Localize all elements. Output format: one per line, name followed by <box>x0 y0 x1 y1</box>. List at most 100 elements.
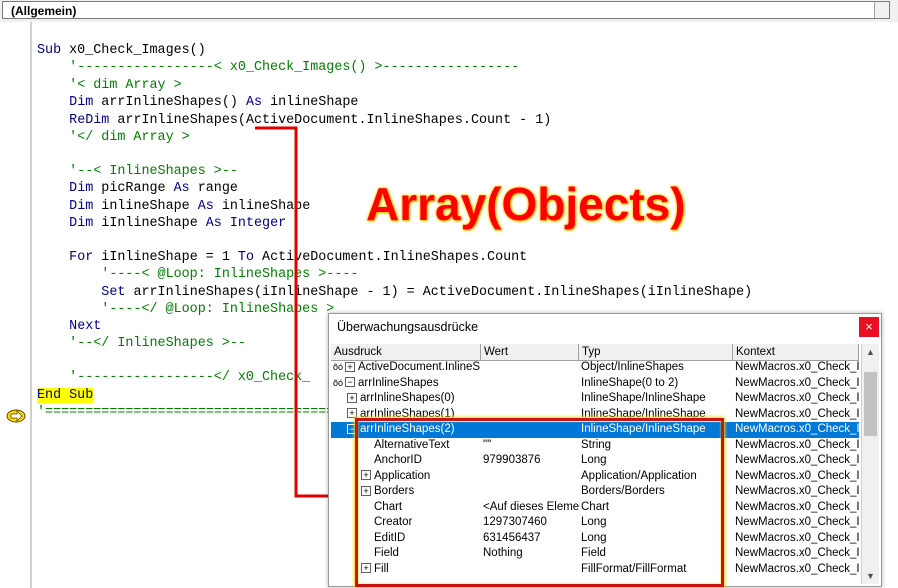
watch-row-type: Borders/Borders <box>581 485 665 497</box>
watch-row-context: NewMacros.x0_Check_Im <box>735 562 859 575</box>
code-line-comment[interactable]: '< dim Array > <box>37 77 182 95</box>
expand-icon[interactable]: + <box>347 408 357 419</box>
watch-row[interactable]: õó + ActiveDocument.InlineS Object/InlineSh… <box>331 360 859 376</box>
scrollbar-thumb[interactable] <box>864 372 877 436</box>
watch-row-type: InlineShape/InlineShape <box>581 423 706 435</box>
watch-row-value: <Auf dieses Elemen <box>483 500 579 513</box>
watch-row[interactable]: AnchorID 979903876 Long NewMacros.x0_Check_… <box>331 453 859 469</box>
watch-row-context: NewMacros.x0_Check_Im <box>735 485 859 497</box>
scroll-up-icon[interactable]: ▲ <box>862 344 879 360</box>
watch-row-expression: õó + ActiveDocument.InlineS <box>331 360 483 375</box>
watch-row[interactable]: + Fill FillFormat/FillFormat NewMacros.x0_C… <box>331 562 859 578</box>
watch-row-type: Long <box>581 454 607 466</box>
watch-row-type: InlineShape/InlineShape <box>581 407 706 420</box>
watch-row-name: Fill <box>374 562 389 575</box>
watch-row-type: Long <box>581 531 607 544</box>
collapse-icon[interactable]: − <box>347 423 357 434</box>
scroll-down-icon[interactable]: ▼ <box>862 568 879 584</box>
object-combobox-value: (Allgemein) <box>11 4 77 18</box>
watch-row-context: NewMacros.x0_Check_Im <box>735 392 859 404</box>
watch-row-value <box>481 407 579 422</box>
watch-row-context: NewMacros.x0_Check_Im <box>735 438 859 451</box>
watch-row-name: Creator <box>374 516 413 528</box>
watch-row-context: NewMacros.x0_Check_Im <box>735 423 859 435</box>
watch-row[interactable]: õó − arrInlineShapes InlineShape(0 to 2) New… <box>331 376 859 392</box>
code-line-comment[interactable]: '-----------------< x0_Check_Images() >-… <box>37 59 519 77</box>
watch-row-value <box>481 484 579 499</box>
watch-row[interactable]: Creator 1297307460 Long NewMacros.x0_Check_… <box>331 515 859 531</box>
watch-row[interactable]: EditID 631456437 Long NewMacros.x0_Check_Im <box>331 531 859 547</box>
watch-row-context: NewMacros.x0_Check_Im <box>735 376 859 389</box>
collapse-icon[interactable]: − <box>345 377 356 388</box>
watch-row-context: NewMacros.x0_Check_Im <box>735 500 859 513</box>
code-line-set[interactable]: Set arrInlineShapes(iInlineShape - 1) = … <box>37 284 752 302</box>
watch-row[interactable]: + Application Application/Application NewMa… <box>331 469 859 485</box>
code-line-dim-iinlineshape[interactable]: Dim iInlineShape As Integer <box>37 215 286 233</box>
code-line-dim-array[interactable]: Dim arrInlineShapes() As inlineShape <box>37 94 358 112</box>
code-line-comment[interactable]: '</ dim Array > <box>37 129 190 147</box>
code-line-comment[interactable]: '--< InlineShapes >-- <box>37 163 238 181</box>
watch-window-titlebar[interactable]: Überwachungsausdrücke × <box>329 314 881 340</box>
watch-row[interactable]: AlternativeText "" String NewMacros.x0_Chec… <box>331 438 859 454</box>
watch-row-type: Object/InlineShapes <box>581 361 684 373</box>
column-header-value[interactable]: Wert <box>481 344 579 360</box>
watch-row-name: arrInlineShapes <box>358 376 439 389</box>
expand-icon[interactable]: + <box>361 485 371 496</box>
expand-icon[interactable]: + <box>361 563 371 574</box>
watch-row-type: Application/Application <box>581 469 697 482</box>
column-header-type[interactable]: Typ <box>579 344 733 360</box>
watch-row-name: Application <box>374 469 431 482</box>
expand-icon[interactable]: + <box>361 470 371 481</box>
annotation-label: Array(Objects) <box>366 178 686 230</box>
watch-column-header: Ausdruck Wert Typ Kontext <box>331 344 859 361</box>
code-line-for[interactable]: For iInlineShape = 1 To ActiveDocument.I… <box>37 249 527 267</box>
watch-row[interactable]: + arrInlineShapes(0) InlineShape/InlineSha… <box>331 391 859 407</box>
code-line-next[interactable]: Next <box>37 318 101 336</box>
watch-window-title: Überwachungsausdrücke <box>337 320 479 334</box>
code-line-separator[interactable]: '=======================================… <box>37 404 366 422</box>
code-line-end-sub[interactable]: End Sub <box>37 387 94 405</box>
watch-rows: õó + ActiveDocument.InlineS Object/InlineSh… <box>331 360 859 584</box>
watch-row[interactable]: Chart <Auf dieses Elemen Chart NewMacros.x0… <box>331 500 859 516</box>
expand-icon[interactable]: + <box>347 392 357 403</box>
code-line-comment[interactable]: '-----------------</ x0_Check_ <box>37 369 310 387</box>
watch-row-name: EditID <box>374 531 406 544</box>
watch-row-type: Chart <box>581 500 610 513</box>
watch-row-context: NewMacros.x0_Check_Im <box>735 454 859 466</box>
expand-icon[interactable]: + <box>345 361 356 372</box>
vertical-scrollbar[interactable]: ▲ ▼ <box>861 344 879 584</box>
watch-row-type: Long <box>581 516 607 528</box>
watch-row[interactable]: + Borders Borders/Borders NewMacros.x0_Chec… <box>331 484 859 500</box>
watch-row-expression: − arrInlineShapes(2) <box>331 422 497 437</box>
watch-row-expression: + arrInlineShapes(0) <box>331 391 497 406</box>
watch-row[interactable]: Field Nothing Field NewMacros.x0_Check_Im <box>331 546 859 562</box>
watch-row-type: Field <box>581 547 606 559</box>
code-line-comment[interactable]: '--</ InlineShapes >-- <box>37 335 246 353</box>
column-header-expression[interactable]: Ausdruck <box>331 344 481 360</box>
code-line-redim[interactable]: ReDim arrInlineShapes(ActiveDocument.Inl… <box>37 112 551 130</box>
watch-row-expression: õó − arrInlineShapes <box>331 376 483 391</box>
close-icon[interactable]: × <box>859 317 879 337</box>
watch-row-type: String <box>581 438 612 451</box>
watch-row-context: NewMacros.x0_Check_Im <box>735 531 859 544</box>
watch-row[interactable]: + arrInlineShapes(1) InlineShape/InlineSha… <box>331 407 859 423</box>
code-line-dim-range[interactable]: Dim picRange As range <box>37 180 238 198</box>
object-combobox[interactable]: (Allgemein) <box>2 1 890 19</box>
column-header-context[interactable]: Kontext <box>733 344 859 360</box>
watch-row-value: 1297307460 <box>483 516 547 528</box>
watch-row-name: AnchorID <box>374 454 422 466</box>
code-line-dim-inlineshape[interactable]: Dim inlineShape As inlineShape <box>37 198 310 216</box>
code-line-sub[interactable]: Sub x0_Check_Images() <box>37 42 206 60</box>
execution-pointer-icon <box>6 409 26 423</box>
toolbar-area: (Allgemein) <box>0 0 898 23</box>
editor-margin[interactable] <box>0 22 32 588</box>
watch-glasses-icon: õó <box>333 362 344 372</box>
code-line-comment[interactable]: '----</ @Loop: InlineShapes > <box>37 301 334 319</box>
watch-row-name: ActiveDocument.InlineS <box>358 361 481 373</box>
watch-row-name: Field <box>374 547 399 559</box>
combobox-dropdown-icon[interactable] <box>874 2 889 18</box>
watch-window[interactable]: Überwachungsausdrücke × Ausdruck Wert Ty… <box>328 313 882 587</box>
watch-row[interactable]: − arrInlineShapes(2) InlineShape/InlineSha… <box>331 422 859 438</box>
code-line-comment[interactable]: '----< @Loop: InlineShapes >---- <box>37 266 358 284</box>
watch-row-context: NewMacros.x0_Check_Im <box>735 547 859 559</box>
